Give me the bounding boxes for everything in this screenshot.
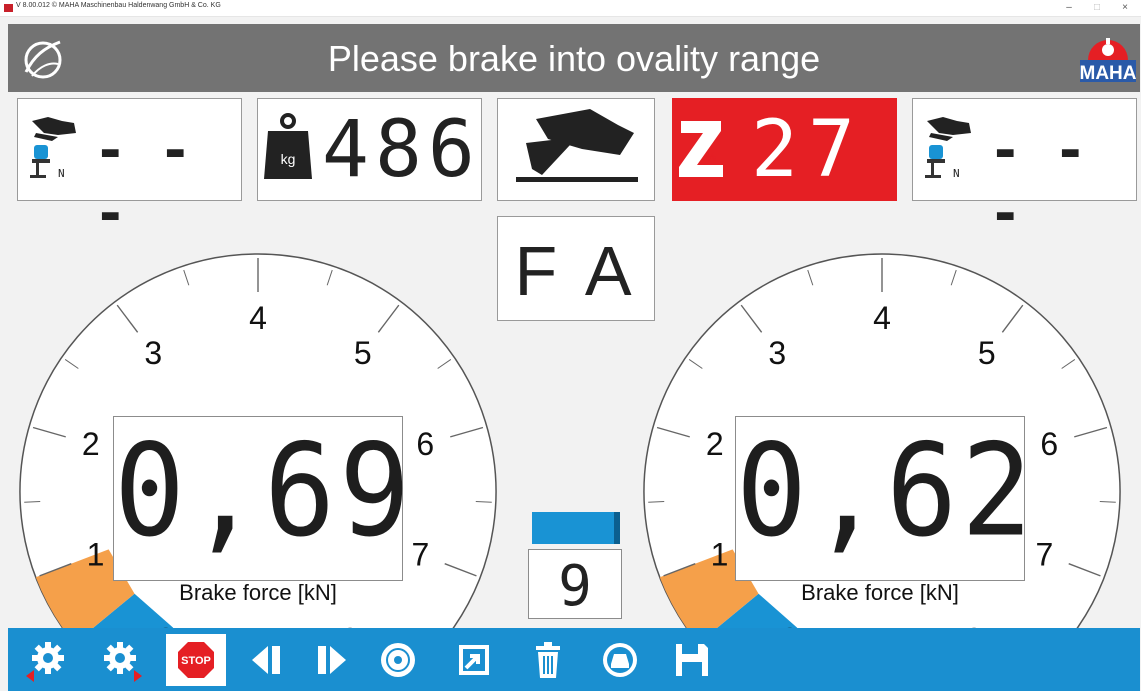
- weight-box: kg 486: [257, 98, 482, 201]
- right-gauge-scale-label: 4: [873, 300, 891, 336]
- left-gauge-scale-label: 2: [82, 426, 100, 462]
- axle-box: F A: [497, 216, 655, 321]
- pedal-force-left-box: N - - -: [17, 98, 242, 245]
- export-button[interactable]: [452, 638, 496, 682]
- weight-unit: kg: [281, 151, 296, 167]
- brake-pedal-box[interactable]: [497, 98, 655, 201]
- left-brake-force-value: 0,69: [114, 415, 415, 565]
- right-gauge-scale-label: 3: [768, 335, 786, 371]
- delete-button[interactable]: [526, 638, 570, 682]
- right-brake-force-value: 0,62: [736, 415, 1037, 565]
- previous-icon: [252, 646, 280, 674]
- pedal-force-left-unit: N: [58, 167, 65, 180]
- ovality-box: % 27: [672, 98, 897, 201]
- gear-value: 9: [558, 554, 592, 619]
- gear-arrow-right-icon: [104, 642, 142, 682]
- gear-arrow-left-icon: [26, 642, 64, 682]
- next-button[interactable]: [310, 638, 354, 682]
- right-brake-force-readout: 0,62: [735, 415, 1037, 581]
- right-brake-force-gauge: 012345678 0,62 Brake force [kN]: [642, 240, 1122, 691]
- ovality-unit: %: [706, 150, 717, 164]
- settings-left-button[interactable]: [24, 638, 68, 682]
- vehicle-button[interactable]: [598, 638, 642, 682]
- left-brake-force-gauge: 012345678 0,69 Brake force [kN]: [18, 240, 498, 691]
- pedal-force-icon: [30, 117, 76, 178]
- maximize-button[interactable]: □: [1086, 1, 1108, 15]
- window-title: V 8.00.012 © MAHA Maschinenbau Haldenwan…: [16, 2, 221, 9]
- pedal-force-right-box: N - - -: [912, 98, 1137, 245]
- app-window: { "window": { "title": "V 8.00.012 © MAH…: [0, 0, 1141, 691]
- save-button[interactable]: [670, 638, 714, 682]
- gear-box: 9: [528, 549, 622, 619]
- export-arrow-icon: [459, 645, 489, 675]
- pedal-force-right-unit: N: [953, 167, 960, 180]
- maha-logo-icon: MAHA: [1080, 38, 1136, 84]
- trash-icon: [536, 642, 560, 678]
- pedal-force-icon: [925, 117, 971, 178]
- close-button[interactable]: ×: [1114, 1, 1136, 15]
- bottom-toolbar: STOP: [8, 628, 1140, 691]
- page-title: Please brake into ovality range: [327, 38, 821, 79]
- right-gauge-tick: [1099, 501, 1116, 503]
- left-gauge-scale-label: 1: [87, 536, 105, 572]
- left-gauge-tick: [24, 501, 41, 503]
- right-gauge-tick: [648, 501, 665, 503]
- previous-button[interactable]: [244, 638, 288, 682]
- right-gauge-scale-label: 1: [711, 536, 729, 572]
- app-small-logo-icon: [4, 4, 13, 12]
- left-gauge-label: Brake force [kN]: [179, 580, 337, 605]
- left-gauge-scale-label: 4: [249, 300, 267, 336]
- left-gauge-tick: [475, 501, 492, 503]
- right-gauge-scale-label: 7: [1036, 536, 1054, 572]
- right-gauge-scale-label: 2: [706, 426, 724, 462]
- minimize-button[interactable]: –: [1058, 1, 1080, 15]
- ovality-value: 27: [751, 105, 865, 195]
- pedal-force-left-value: - - -: [94, 119, 192, 245]
- right-gauge-scale-label: 5: [978, 335, 996, 371]
- header-bar: Please brake into ovality range MAHA: [8, 24, 1140, 92]
- right-gauge-scale-label: 6: [1040, 426, 1058, 462]
- next-icon: [318, 646, 346, 674]
- brake-pedal-icon: [516, 109, 638, 182]
- weight-icon: kg: [264, 113, 312, 179]
- ovality-icon: %: [679, 121, 723, 177]
- vehicle-icon: [603, 643, 637, 677]
- left-gauge-scale-label: 5: [354, 335, 372, 371]
- maha-logo-text: MAHA: [1080, 63, 1136, 84]
- axle-label: F A: [514, 232, 638, 310]
- brake-disc-button[interactable]: [376, 638, 420, 682]
- left-gauge-scale-label: 3: [144, 335, 162, 371]
- left-brake-force-readout: 0,69: [113, 415, 415, 581]
- save-disk-icon: [676, 644, 708, 676]
- brake-disc-icon: [381, 643, 415, 677]
- settings-right-button[interactable]: [100, 638, 144, 682]
- gear-indicator-bar: [532, 512, 620, 544]
- stop-sign-icon: STOP: [178, 642, 214, 678]
- left-gauge-scale-label: 7: [412, 536, 430, 572]
- weight-value: 486: [322, 105, 481, 195]
- left-gauge-scale-label: 6: [416, 426, 434, 462]
- pedal-force-right-value: - - -: [989, 119, 1087, 245]
- right-gauge-label: Brake force [kN]: [801, 580, 959, 605]
- window-titlebar: V 8.00.012 © MAHA Maschinenbau Haldenwan…: [0, 0, 1141, 17]
- stop-button[interactable]: STOP: [166, 634, 226, 686]
- stop-label: STOP: [181, 655, 211, 667]
